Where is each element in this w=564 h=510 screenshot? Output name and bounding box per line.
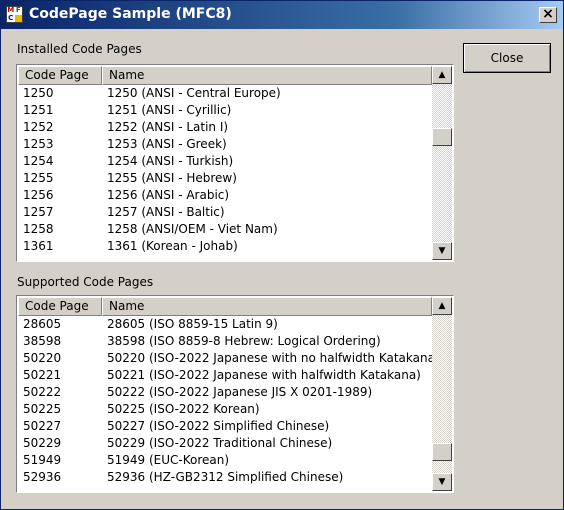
name-cell: 51949 (EUC-Korean) — [107, 453, 230, 467]
code-page-cell: 50222 — [23, 385, 62, 399]
name-cell: 1258 (ANSI/OEM - Viet Nam) — [107, 222, 278, 236]
code-page-cell: 1250 — [23, 86, 54, 100]
installed-header: Code Page Name — [18, 66, 432, 85]
code-page-cell: 28605 — [23, 317, 62, 331]
list-item[interactable]: 28605 28605 (ISO 8859-15 Latin 9) — [18, 316, 432, 333]
dialog-window: M F C CodePage Sample (MFC8) × Installed… — [0, 0, 564, 510]
code-page-cell: 1254 — [23, 154, 54, 168]
scroll-down-icon[interactable]: ▼ — [432, 242, 452, 260]
list-item[interactable]: 50227 50227 (ISO-2022 Simplified Chinese) — [18, 418, 432, 435]
code-page-cell: 38598 — [23, 334, 62, 348]
name-cell: 1255 (ANSI - Hebrew) — [107, 171, 237, 185]
name-cell: 1251 (ANSI - Cyrillic) — [107, 103, 232, 117]
title-bar[interactable]: M F C CodePage Sample (MFC8) × — [1, 1, 563, 29]
installed-label: Installed Code Pages — [17, 42, 142, 56]
name-cell: 50229 (ISO-2022 Traditional Chinese) — [107, 436, 333, 450]
list-item[interactable]: 52936 52936 (HZ-GB2312 Simplified Chinese… — [18, 469, 432, 486]
installed-scrollbar[interactable]: ▲ ▼ — [432, 66, 452, 260]
code-page-cell: 1256 — [23, 188, 54, 202]
name-cell: 1252 (ANSI - Latin I) — [107, 120, 229, 134]
name-cell: 1257 (ANSI - Baltic) — [107, 205, 225, 219]
scroll-up-icon[interactable]: ▲ — [432, 297, 452, 315]
list-item[interactable]: 1257 1257 (ANSI - Baltic) — [18, 204, 432, 221]
supported-listview[interactable]: Code Page Name 28605 28605 (ISO 8859-15 L… — [16, 295, 454, 493]
name-cell: 52936 (HZ-GB2312 Simplified Chinese) — [107, 470, 344, 484]
name-cell: 38598 (ISO 8859-8 Hebrew: Logical Orderi… — [107, 334, 381, 348]
list-item[interactable]: 50225 50225 (ISO-2022 Korean) — [18, 401, 432, 418]
code-page-cell: 50220 — [23, 351, 62, 365]
column-header-code-page[interactable]: Code Page — [18, 66, 102, 85]
scroll-down-icon[interactable]: ▼ — [432, 473, 452, 491]
scroll-thumb[interactable] — [432, 128, 452, 146]
list-item[interactable]: 1361 1361 (Korean - Johab) — [18, 238, 432, 255]
code-page-cell: 1252 — [23, 120, 54, 134]
code-page-cell: 51949 — [23, 453, 62, 467]
list-item[interactable]: 50221 50221 (ISO-2022 Japanese with halfw… — [18, 367, 432, 384]
list-item[interactable]: 1256 1256 (ANSI - Arabic) — [18, 187, 432, 204]
name-cell: 1256 (ANSI - Arabic) — [107, 188, 230, 202]
name-cell: 50221 (ISO-2022 Japanese with halfwidth … — [107, 368, 421, 382]
name-cell: 1254 (ANSI - Turkish) — [107, 154, 234, 168]
list-item[interactable]: 1253 1253 (ANSI - Greek) — [18, 136, 432, 153]
code-page-cell: 50221 — [23, 368, 62, 382]
list-item[interactable]: 38598 38598 (ISO 8859-8 Hebrew: Logical O… — [18, 333, 432, 350]
column-header-code-page[interactable]: Code Page — [18, 297, 102, 316]
scroll-thumb[interactable] — [432, 443, 452, 461]
list-item[interactable]: 1252 1252 (ANSI - Latin I) — [18, 119, 432, 136]
code-page-cell: 1253 — [23, 137, 54, 151]
list-item[interactable]: 1251 1251 (ANSI - Cyrillic) — [18, 102, 432, 119]
supported-label: Supported Code Pages — [17, 275, 154, 289]
code-page-cell: 50225 — [23, 402, 62, 416]
code-page-cell: 1255 — [23, 171, 54, 185]
code-page-cell: 1251 — [23, 103, 54, 117]
list-item[interactable]: 1255 1255 (ANSI - Hebrew) — [18, 170, 432, 187]
code-page-cell: 50227 — [23, 419, 62, 433]
name-cell: 50227 (ISO-2022 Simplified Chinese) — [107, 419, 330, 433]
supported-rows: 28605 28605 (ISO 8859-15 Latin 9) 38598 385… — [18, 316, 432, 486]
installed-rows: 1250 1250 (ANSI - Central Europe) 1251 1251… — [18, 85, 432, 255]
name-cell: 1250 (ANSI - Central Europe) — [107, 86, 281, 100]
name-cell: 1253 (ANSI - Greek) — [107, 137, 227, 151]
app-icon-letter-c: C — [8, 13, 14, 22]
supported-header: Code Page Name — [18, 297, 432, 316]
name-cell: 1361 (Korean - Johab) — [107, 239, 238, 253]
app-icon-block — [14, 14, 22, 22]
column-header-name[interactable]: Name — [102, 297, 432, 316]
supported-scrollbar[interactable]: ▲ ▼ — [432, 297, 452, 491]
list-item[interactable]: 1254 1254 (ANSI - Turkish) — [18, 153, 432, 170]
app-icon-letter-f: F — [15, 6, 21, 14]
scroll-up-icon[interactable]: ▲ — [432, 66, 452, 84]
code-page-cell: 1361 — [23, 239, 54, 253]
list-item[interactable]: 1258 1258 (ANSI/OEM - Viet Nam) — [18, 221, 432, 238]
code-page-cell: 1258 — [23, 222, 54, 236]
code-page-cell: 1257 — [23, 205, 54, 219]
name-cell: 28605 (ISO 8859-15 Latin 9) — [107, 317, 278, 331]
name-cell: 50220 (ISO-2022 Japanese with no halfwid… — [107, 351, 432, 365]
list-item[interactable]: 50229 50229 (ISO-2022 Traditional Chinese… — [18, 435, 432, 452]
list-item[interactable]: 51949 51949 (EUC-Korean) — [18, 452, 432, 469]
name-cell: 50222 (ISO-2022 Japanese JIS X 0201-1989… — [107, 385, 373, 399]
name-cell: 50225 (ISO-2022 Korean) — [107, 402, 260, 416]
list-item[interactable]: 50220 50220 (ISO-2022 Japanese with no ha… — [18, 350, 432, 367]
list-item[interactable]: 50222 50222 (ISO-2022 Japanese JIS X 0201… — [18, 384, 432, 401]
close-button[interactable]: Close — [463, 43, 551, 73]
close-x-icon[interactable]: × — [539, 7, 557, 23]
app-icon[interactable]: M F C — [6, 6, 23, 23]
installed-listview[interactable]: Code Page Name 1250 1250 (ANSI - Central … — [16, 64, 454, 262]
window-title: CodePage Sample (MFC8) — [29, 6, 232, 22]
code-page-cell: 50229 — [23, 436, 62, 450]
code-page-cell: 52936 — [23, 470, 62, 484]
column-header-name[interactable]: Name — [102, 66, 432, 85]
list-item[interactable]: 1250 1250 (ANSI - Central Europe) — [18, 85, 432, 102]
